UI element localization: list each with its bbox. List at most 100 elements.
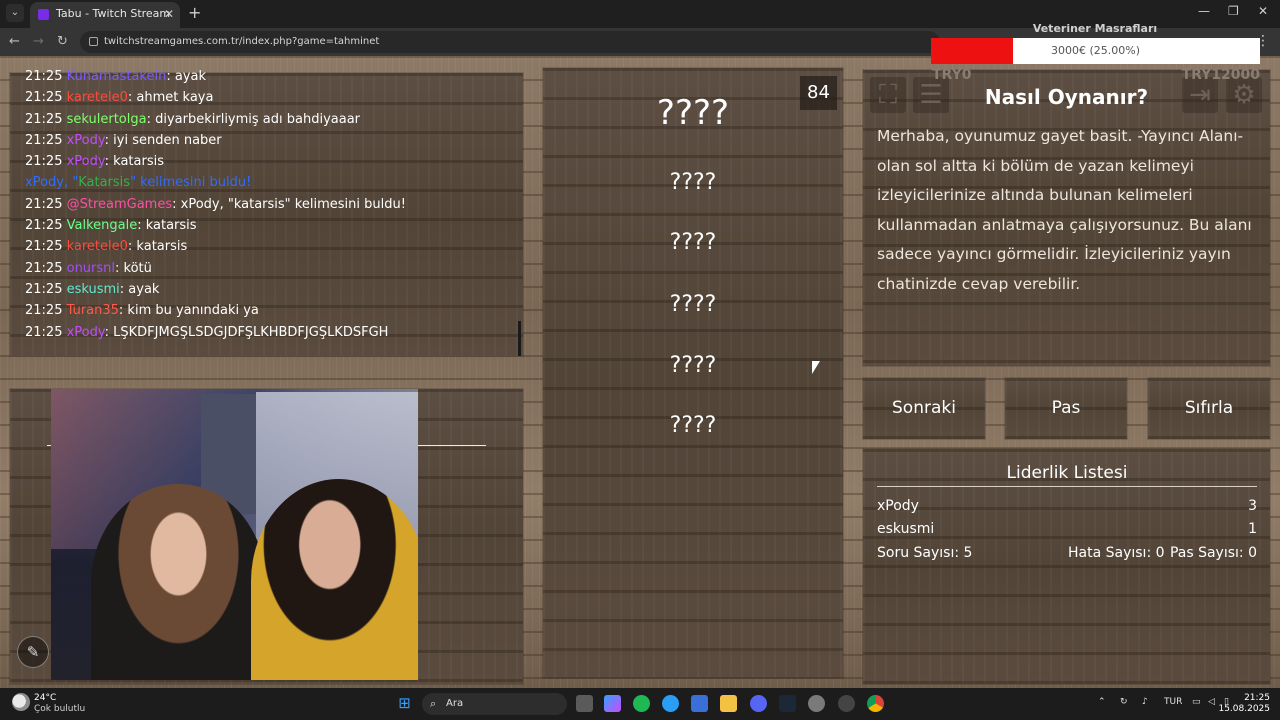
chat-username[interactable]: xPody — [67, 154, 105, 169]
chat-message: 21:25 sekulertolga: diyarbekirliymiş adı… — [25, 109, 515, 130]
input-language[interactable]: TUR — [1164, 697, 1182, 707]
leaderboard-title: Liderlik Listesi — [1006, 463, 1128, 483]
system-message-part: " kelimesini buldu! — [130, 175, 252, 191]
streamer-area-divider-left — [47, 445, 51, 446]
leaderboard-score: 1 — [1248, 521, 1257, 537]
site-info-icon[interactable] — [89, 37, 98, 46]
clock-time[interactable]: 21:25 — [1244, 693, 1270, 704]
start-windows-icon[interactable]: ⊞ — [396, 695, 413, 712]
leaderboard-row: xPody 3 — [877, 495, 1257, 517]
file-explorer-icon[interactable] — [720, 695, 737, 712]
chat-username[interactable]: xPody — [67, 133, 105, 148]
reset-button[interactable]: Sıfırla — [1148, 378, 1270, 439]
chat-username[interactable]: @StreamGames — [67, 197, 173, 212]
taskbar-search[interactable]: ⌕ Ara — [422, 693, 567, 715]
next-button[interactable]: Sonraki — [863, 378, 985, 439]
tray-sync-icon[interactable]: ↻ — [1120, 697, 1128, 707]
chat-message: xPody, "Katarsis" kelimesini buldu! — [25, 172, 515, 193]
weather-description: Çok bulutlu — [34, 704, 86, 714]
weather-cloud-icon[interactable] — [12, 693, 30, 711]
chat-panel: 21:25 Kunamastakein: ayak 21:25 karetele0… — [10, 69, 523, 356]
chrome-icon[interactable] — [867, 695, 884, 712]
window-close-icon[interactable]: ✕ — [1258, 4, 1268, 18]
how-to-play-text: Merhaba, oyunumuz gayet basit. -Yayıncı … — [877, 127, 1252, 293]
tab-close-icon[interactable]: ✕ — [164, 2, 174, 26]
chat-time: 21:25 — [25, 90, 63, 106]
active-tab[interactable]: Tabu - Twitch Stream Games ✕ — [30, 2, 180, 44]
chat-message: 21:25 karetele0: ahmet kaya — [25, 87, 515, 108]
chat-time: 21:25 — [25, 324, 63, 340]
settings-app-icon[interactable] — [808, 695, 825, 712]
chat-message: 21:25 onursnl: kötü — [25, 258, 515, 279]
new-tab-button[interactable]: + — [188, 4, 201, 22]
tray-overflow-icon[interactable]: ⌃ — [1098, 697, 1106, 707]
edit-pencil-icon[interactable]: ✎ — [17, 636, 49, 668]
chat-text: : diyarbekirliymiş adı bahdiyaaar — [146, 111, 361, 127]
chat-username[interactable]: Turan35 — [67, 303, 119, 318]
forbidden-word: ???? — [669, 292, 717, 317]
chat-time: 21:25 — [25, 303, 63, 319]
clock-date[interactable]: 15.08.2025 — [1218, 704, 1270, 715]
forward-icon[interactable]: → — [33, 33, 44, 51]
steam-icon[interactable] — [779, 695, 796, 712]
chat-username[interactable]: Kunamastakein — [67, 69, 167, 84]
spotify-icon[interactable] — [633, 695, 650, 712]
webcam-person-left — [91, 484, 266, 680]
game-stats: Soru Sayısı: 5 Hata Sayısı: 0 Pas Sayısı… — [877, 542, 1257, 564]
reload-icon[interactable]: ↻ — [57, 33, 68, 51]
mouse-cursor — [812, 361, 820, 374]
tab-search-button[interactable]: ⌄ — [6, 4, 24, 22]
obs-icon[interactable] — [838, 695, 855, 712]
chat-username[interactable]: onursnl — [67, 261, 115, 276]
chat-text: : katarsis — [127, 239, 188, 255]
chat-username[interactable]: karetele0 — [67, 239, 128, 254]
pass-button[interactable]: Pas — [1005, 378, 1127, 439]
twitch-favicon-icon — [38, 9, 49, 20]
chat-username[interactable]: xPody — [67, 325, 105, 340]
chat-username[interactable]: Valkengale — [67, 218, 138, 233]
microphone-icon[interactable]: ♪ — [1142, 697, 1148, 707]
edge-icon[interactable] — [662, 695, 679, 712]
network-icon[interactable]: ▭ — [1192, 697, 1201, 707]
chat-text: : LŞKDFJMGŞLSDGJDFŞLKHBDFJGŞLKDSFGH — [104, 324, 389, 340]
search-icon: ⌕ — [430, 697, 437, 710]
donation-max-label: TRY12000 — [1181, 67, 1260, 83]
chat-text: : ayak — [166, 69, 206, 84]
system-message-part: xPody, " — [25, 175, 79, 191]
discord-icon[interactable] — [750, 695, 767, 712]
leaderboard-row: eskusmi 1 — [877, 518, 1257, 540]
chat-time: 21:25 — [25, 111, 63, 127]
restore-icon[interactable]: ❐ — [1228, 4, 1239, 18]
chat-username[interactable]: karetele0 — [67, 90, 128, 105]
leaderboard-divider — [877, 486, 1257, 487]
task-view-icon[interactable] — [576, 695, 593, 712]
chat-username[interactable]: eskusmi — [67, 282, 120, 297]
donation-progress-bar: 3000€ (25.00%) — [931, 38, 1260, 64]
chat-text: : ayak — [119, 281, 160, 297]
chat-message: 21:25 Valkengale: katarsis — [25, 215, 515, 236]
url-field[interactable]: twitchstreamgames.com.tr/index.php?game=… — [80, 31, 940, 53]
chat-scrollbar[interactable] — [518, 321, 521, 356]
question-count: Soru Sayısı: 5 — [877, 545, 973, 561]
leaderboard-score: 3 — [1248, 498, 1257, 514]
chat-time: 21:25 — [25, 132, 63, 148]
chat-message: 21:25 xPody: LŞKDFJMGŞLSDGJDFŞLKHBDFJGŞL… — [25, 322, 515, 343]
back-icon[interactable]: ← — [9, 33, 20, 51]
minimize-icon[interactable]: — — [1198, 4, 1210, 18]
chat-username[interactable]: sekulertolga — [67, 112, 147, 127]
chat-time: 21:25 — [25, 196, 63, 212]
volume-icon[interactable]: ◁ — [1208, 697, 1215, 707]
webcam-person-right — [251, 479, 418, 680]
error-count: Hata Sayısı: 0 — [1068, 545, 1165, 561]
store-icon[interactable] — [691, 695, 708, 712]
chat-message: 21:25 xPody: katarsis — [25, 151, 515, 172]
chat-time: 21:25 — [25, 154, 63, 170]
chat-time: 21:25 — [25, 218, 63, 234]
chat-messages: 21:25 Kunamastakein: ayak 21:25 karetele0… — [25, 66, 515, 343]
donation-min-label: TRY0 — [932, 67, 972, 83]
windows-taskbar: 24°C Çok bulutlu ⊞ ⌕ Ara ⌃ ↻ ♪ TUR ▭ ◁ ▯… — [0, 688, 1280, 720]
forbidden-word: ???? — [669, 170, 717, 195]
copilot-icon[interactable] — [604, 695, 621, 712]
chat-text: : xPody, "katarsis" kelimesini buldu! — [172, 196, 406, 212]
chat-message: 21:25 karetele0: katarsis — [25, 236, 515, 257]
